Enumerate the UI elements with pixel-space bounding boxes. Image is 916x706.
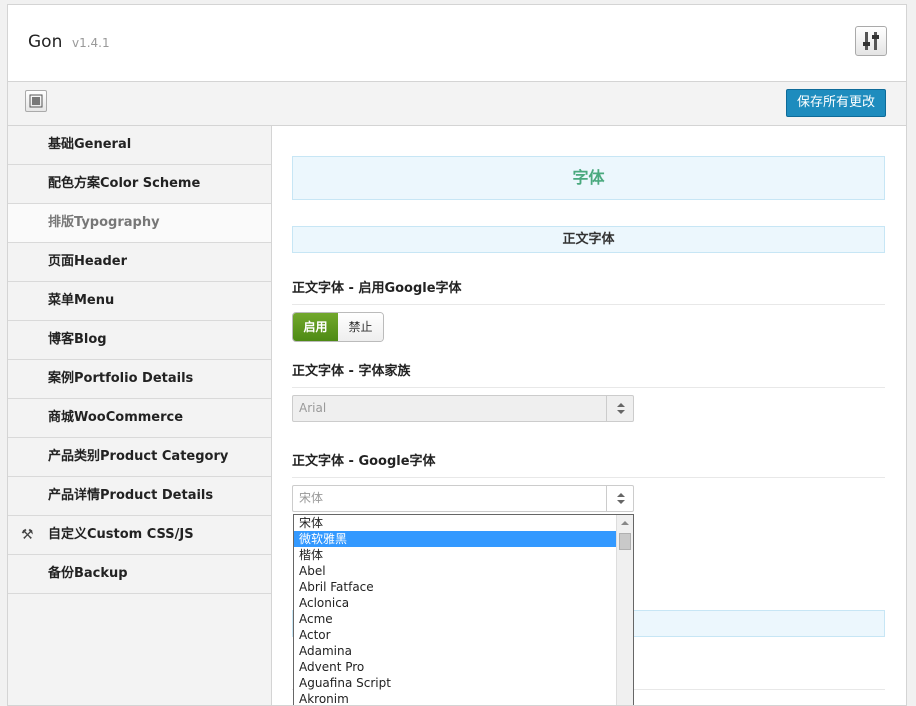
sidebar-item-product-details[interactable]: 产品详情Product Details [8,477,271,516]
expand-icon [29,94,43,108]
sidebar-item-portfolio[interactable]: 案例Portfolio Details [8,360,271,399]
toolbar: 保存所有更改 [8,82,906,126]
google-toggle-label: 正文字体 - 启用Google字体 [292,277,885,305]
dropdown-option[interactable]: Akronim [294,691,616,705]
sidebar-item-woocommerce[interactable]: 商城WooCommerce [8,399,271,438]
dropdown-option[interactable]: Abel [294,563,616,579]
dropdown-option[interactable]: Aguafina Script [294,675,616,691]
dropdown-option[interactable]: 宋体 [294,515,616,531]
font-family-value: Arial [299,401,327,415]
scroll-up-icon[interactable] [617,515,633,532]
google-font-toggle: 启用 禁止 [292,312,384,342]
header: Gon v1.4.1 [8,5,906,82]
google-font-label: 正文字体 - Google字体 [292,450,885,478]
updown-arrow-icon [606,396,633,421]
sidebar-item-label: 自定义Custom CSS/JS [48,527,194,542]
google-font-select[interactable]: 宋体 [292,485,634,512]
dropdown-option[interactable]: Advent Pro [294,659,616,675]
dropdown-option-selected[interactable]: 微软雅黑 [294,531,616,547]
settings-button[interactable] [855,26,887,56]
toggle-off-button[interactable]: 禁止 [338,313,383,341]
options-panel: Gon v1.4.1 保存所有更改 基础General 配色方案Color Sc… [7,4,907,706]
sidebar: 基础General 配色方案Color Scheme 排版Typography … [8,126,272,705]
dropdown-option[interactable]: Actor [294,627,616,643]
sidebar-item-general[interactable]: 基础General [8,126,271,165]
google-font-value: 宋体 [299,491,324,505]
dropdown-option[interactable]: Acme [294,611,616,627]
scroll-thumb[interactable] [619,533,631,550]
sidebar-item-label: 产品详情Product Details [48,488,214,503]
sidebar-item-label: 配色方案Color Scheme [48,176,201,191]
sidebar-item-label: 案例Portfolio Details [48,371,194,386]
sidebar-item-color-scheme[interactable]: 配色方案Color Scheme [8,165,271,204]
sidebar-item-backup[interactable]: 备份Backup [8,555,271,594]
dropdown-list: 宋体 微软雅黑 楷体 Abel Abril Fatface Aclonica A… [294,515,616,705]
sidebar-item-label: 页面Header [48,254,128,269]
app-name: Gon [28,32,63,52]
dropdown-option[interactable]: 楷体 [294,547,616,563]
dropdown-scrollbar[interactable] [616,515,633,705]
expand-toggle-button[interactable] [25,90,47,112]
updown-arrow-icon [606,486,633,511]
section-title: 字体 [292,156,885,200]
sidebar-item-label: 基础General [48,137,132,152]
sidebar-item-label: 备份Backup [48,566,128,581]
sidebar-item-label: 博客Blog [48,332,107,347]
sidebar-item-product-category[interactable]: 产品类别Product Category [8,438,271,477]
subsection-title: 正文字体 [292,226,885,253]
save-all-button[interactable]: 保存所有更改 [786,89,886,117]
sidebar-item-menu[interactable]: 菜单Menu [8,282,271,321]
sidebar-item-typography[interactable]: 排版Typography [8,204,271,243]
toggle-on-button[interactable]: 启用 [293,313,338,341]
google-font-dropdown[interactable]: 宋体 微软雅黑 楷体 Abel Abril Fatface Aclonica A… [293,514,634,705]
font-family-select[interactable]: Arial [292,395,634,422]
sidebar-item-label: 菜单Menu [48,293,115,308]
sidebar-item-label: 产品类别Product Category [48,449,229,464]
sidebar-item-blog[interactable]: 博客Blog [8,321,271,360]
font-family-label: 正文字体 - 字体家族 [292,360,885,388]
tools-icon: ⚒ [21,527,34,543]
dropdown-option[interactable]: Aclonica [294,595,616,611]
sidebar-item-custom-css[interactable]: ⚒ 自定义Custom CSS/JS [8,516,271,555]
sliders-icon [863,32,879,50]
dropdown-option[interactable]: Adamina [294,643,616,659]
sidebar-item-label: 排版Typography [48,215,160,230]
app-version: v1.4.1 [72,36,110,50]
dropdown-option[interactable]: Abril Fatface [294,579,616,595]
sidebar-item-label: 商城WooCommerce [48,410,184,425]
sidebar-item-header[interactable]: 页面Header [8,243,271,282]
